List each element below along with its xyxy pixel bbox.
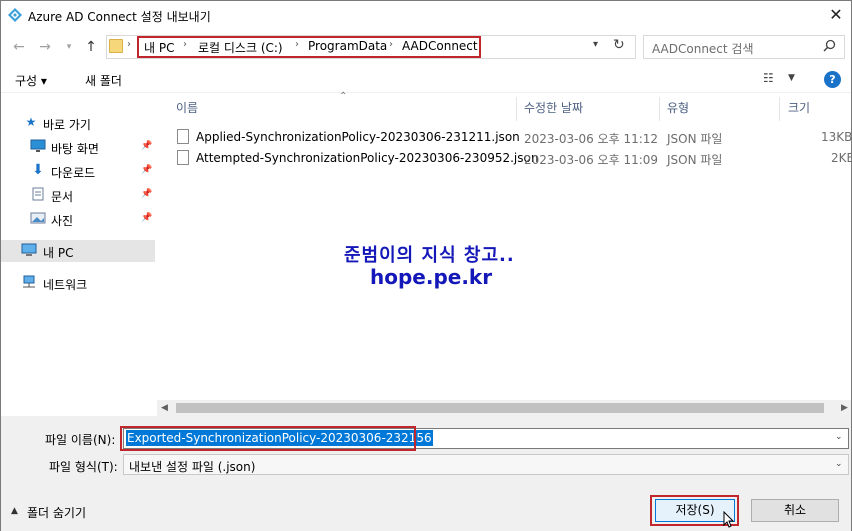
column-header-name[interactable]: 이름 (176, 99, 198, 116)
breadcrumb-separator-icon[interactable]: › (183, 39, 187, 50)
nav-item-this-pc[interactable]: 내 PC (1, 240, 155, 262)
json-file-icon (177, 129, 189, 144)
breadcrumb-separator-icon[interactable]: › (295, 39, 299, 50)
file-row[interactable]: Attempted-SynchronizationPolicy-20230306… (171, 148, 852, 168)
file-size: 13KB (821, 130, 852, 144)
column-header-type[interactable]: 유형 (667, 99, 689, 116)
azure-ad-connect-icon (8, 8, 22, 22)
scrollbar-thumb[interactable] (176, 403, 824, 413)
pin-icon[interactable]: 📌 (141, 165, 152, 175)
scroll-right-arrow-icon[interactable]: ▶ (841, 403, 848, 413)
nav-item-label: 네트워크 (43, 278, 88, 292)
filename-dropdown-chevron-icon[interactable]: ⌄ (835, 432, 843, 442)
file-date: 2023-03-06 오후 11:12 (524, 132, 659, 146)
star-icon: ★ (25, 115, 37, 129)
column-divider[interactable] (516, 97, 517, 121)
recent-locations-chevron-icon[interactable]: ▾ (61, 42, 77, 52)
file-size: 2KB (831, 151, 852, 165)
filetype-dropdown-chevron-icon[interactable]: ⌄ (835, 459, 843, 469)
save-dialog-window: Azure AD Connect 설정 내보내기 ✕ ← → ▾ ↑ › 내 P… (0, 0, 852, 531)
nav-item-pictures[interactable]: 사진 📌 (1, 208, 155, 230)
breadcrumb-programdata[interactable]: ProgramData (308, 39, 387, 53)
help-icon[interactable]: ? (824, 71, 841, 88)
filename-highlight (120, 426, 416, 451)
breadcrumb-separator-icon[interactable]: › (127, 39, 131, 50)
nav-item-label: 바로 가기 (43, 118, 91, 132)
nav-item-desktop[interactable]: 바탕 화면 📌 (1, 136, 155, 158)
nav-item-label: 바탕 화면 (51, 142, 99, 156)
search-placeholder: AADConnect 검색 (652, 42, 754, 56)
back-arrow-icon[interactable]: ← (11, 39, 27, 55)
window-title: Azure AD Connect 설정 내보내기 (28, 10, 211, 24)
file-name: Applied-SynchronizationPolicy-20230306-2… (196, 130, 520, 144)
breadcrumb-local-disk[interactable]: 로컬 디스크 (C:) (198, 39, 283, 56)
nav-item-label: 내 PC (43, 246, 74, 260)
up-arrow-icon[interactable]: ↑ (83, 39, 99, 55)
command-toolbar (1, 65, 851, 93)
nav-item-network[interactable]: 네트워크 (1, 272, 155, 294)
computer-icon (21, 243, 37, 257)
pin-icon[interactable]: 📌 (141, 189, 152, 199)
view-dropdown-chevron-icon[interactable]: ▼ (788, 73, 795, 83)
breadcrumb-aadconnect[interactable]: AADConnect (402, 39, 478, 53)
json-file-icon (177, 150, 189, 165)
nav-item-label: 다운로드 (51, 166, 96, 180)
desktop-icon (30, 139, 46, 153)
file-name: Attempted-SynchronizationPolicy-20230306… (196, 151, 539, 165)
column-divider[interactable] (659, 97, 660, 121)
nav-item-quick-access[interactable]: ★ 바로 가기 (1, 112, 155, 134)
breadcrumb-this-pc[interactable]: 내 PC (144, 39, 174, 56)
download-icon: ⬇ (32, 162, 44, 178)
file-type: JSON 파일 (667, 132, 723, 146)
file-type: JSON 파일 (667, 153, 723, 167)
breadcrumb-separator-icon[interactable]: › (389, 39, 393, 50)
picture-icon (30, 211, 46, 225)
column-header-size[interactable]: 크기 (788, 99, 810, 116)
nav-item-documents[interactable]: 문서 📌 (1, 184, 155, 206)
pin-icon[interactable]: 📌 (141, 141, 152, 151)
folder-icon (109, 39, 123, 53)
nav-item-label: 문서 (51, 190, 74, 204)
column-divider[interactable] (779, 97, 780, 121)
sort-ascending-icon: ⌃ (339, 91, 348, 102)
forward-arrow-icon[interactable]: → (37, 39, 53, 55)
close-button[interactable]: ✕ (823, 3, 849, 27)
mouse-cursor-icon (723, 511, 735, 528)
nav-item-downloads[interactable]: ⬇ 다운로드 📌 (1, 160, 155, 182)
address-dropdown-chevron-icon[interactable]: ▾ (593, 39, 598, 50)
document-icon (30, 187, 46, 201)
organize-button[interactable]: 구성 ▾ (15, 72, 47, 89)
search-icon[interactable] (823, 39, 836, 52)
watermark-url: hope.pe.kr (370, 265, 493, 289)
file-date: 2023-03-06 오후 11:09 (524, 153, 659, 167)
new-folder-button[interactable]: 새 폴더 (85, 72, 122, 89)
filetype-value: 내보낸 설정 파일 (.json) (129, 460, 256, 474)
column-header-date-modified[interactable]: 수정한 날짜 (524, 99, 583, 116)
nav-item-label: 사진 (51, 214, 74, 228)
refresh-icon[interactable]: ↻ (613, 37, 625, 53)
file-row[interactable]: Applied-SynchronizationPolicy-20230306-2… (171, 127, 852, 147)
filetype-label: 파일 형식(T): (49, 460, 118, 474)
hide-folders-toggle[interactable]: 폴더 숨기기 (27, 504, 86, 521)
pin-icon[interactable]: 📌 (141, 213, 152, 223)
network-icon (21, 275, 37, 289)
filename-label: 파일 이름(N): (45, 433, 116, 447)
scroll-left-arrow-icon[interactable]: ◀ (161, 403, 168, 413)
collapse-caret-icon[interactable]: ▲ (11, 506, 18, 516)
watermark-text: 준범이의 지식 창고.. (344, 245, 515, 266)
view-options-icon[interactable]: ☷ (763, 71, 774, 85)
cancel-button[interactable]: 취소 (751, 499, 839, 522)
